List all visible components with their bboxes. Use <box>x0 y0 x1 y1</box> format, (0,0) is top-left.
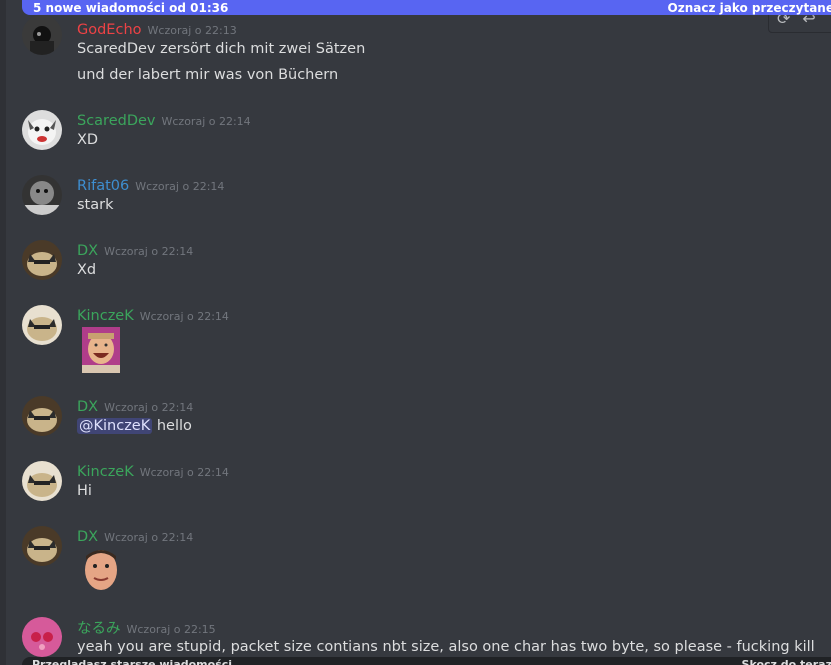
server-gutter <box>0 0 6 665</box>
message-timestamp: Wczoraj o 22:13 <box>147 24 237 37</box>
avatar[interactable] <box>22 240 62 280</box>
jump-to-present-button[interactable]: Skocz do teraz <box>742 657 831 665</box>
author-name[interactable]: DX <box>77 529 98 545</box>
message-content: ScaredDev zersört dich mit zwei Sätzen <box>77 41 366 57</box>
message-text: hello <box>156 418 192 434</box>
author-name[interactable]: DX <box>77 243 98 259</box>
message-timestamp: Wczoraj o 22:14 <box>104 245 194 258</box>
message-timestamp: Wczoraj o 22:14 <box>139 466 229 479</box>
message-content: Hi <box>77 483 92 499</box>
author-name[interactable]: DX <box>77 399 98 415</box>
message-timestamp: Wczoraj o 22:14 <box>104 401 194 414</box>
avatar[interactable] <box>22 617 62 657</box>
avatar[interactable] <box>22 15 62 55</box>
message-content: Xd <box>77 262 97 278</box>
author-name[interactable]: Rifat06 <box>77 178 129 194</box>
author-name[interactable]: GodEcho <box>77 22 142 38</box>
message-timestamp: Wczoraj o 22:14 <box>161 115 251 128</box>
message-timestamp: Wczoraj o 22:14 <box>104 531 194 544</box>
message-timestamp: Wczoraj o 22:14 <box>135 180 225 193</box>
message-content: stark <box>77 197 114 213</box>
avatar[interactable] <box>22 461 62 501</box>
avatar[interactable] <box>22 396 62 436</box>
laughing-man-emoji[interactable] <box>82 327 120 373</box>
avatar[interactable] <box>22 305 62 345</box>
avatar[interactable] <box>22 526 62 566</box>
new-messages-text: 5 nowe wiadomości od 01:36 <box>33 0 229 15</box>
author-name[interactable]: KinczeK <box>77 464 134 480</box>
message-content: @KinczeK hello <box>77 418 192 434</box>
face-emoji[interactable] <box>82 546 120 592</box>
older-messages-bar[interactable]: Przeglądasz starsze wiadomości Skocz do … <box>22 657 831 665</box>
author-name[interactable]: KinczeK <box>77 308 134 324</box>
author-name[interactable]: ScaredDev <box>77 113 156 129</box>
avatar[interactable] <box>22 110 62 150</box>
author-name[interactable]: なるみ <box>77 621 121 637</box>
new-messages-bar[interactable]: 5 nowe wiadomości od 01:36 Oznacz jako p… <box>22 0 831 15</box>
avatar[interactable] <box>22 175 62 215</box>
mark-as-read-button[interactable]: Oznacz jako przeczytane <box>668 1 831 15</box>
message-content: yeah you are stupid, packet size contian… <box>77 639 815 655</box>
older-messages-text: Przeglądasz starsze wiadomości <box>32 658 233 665</box>
message-content: XD <box>77 132 99 148</box>
message-timestamp: Wczoraj o 22:14 <box>139 310 229 323</box>
user-mention[interactable]: @KinczeK <box>77 418 153 434</box>
message-content: und der labert mir was von Büchern <box>77 67 339 83</box>
message-timestamp: Wczoraj o 22:15 <box>126 623 216 636</box>
